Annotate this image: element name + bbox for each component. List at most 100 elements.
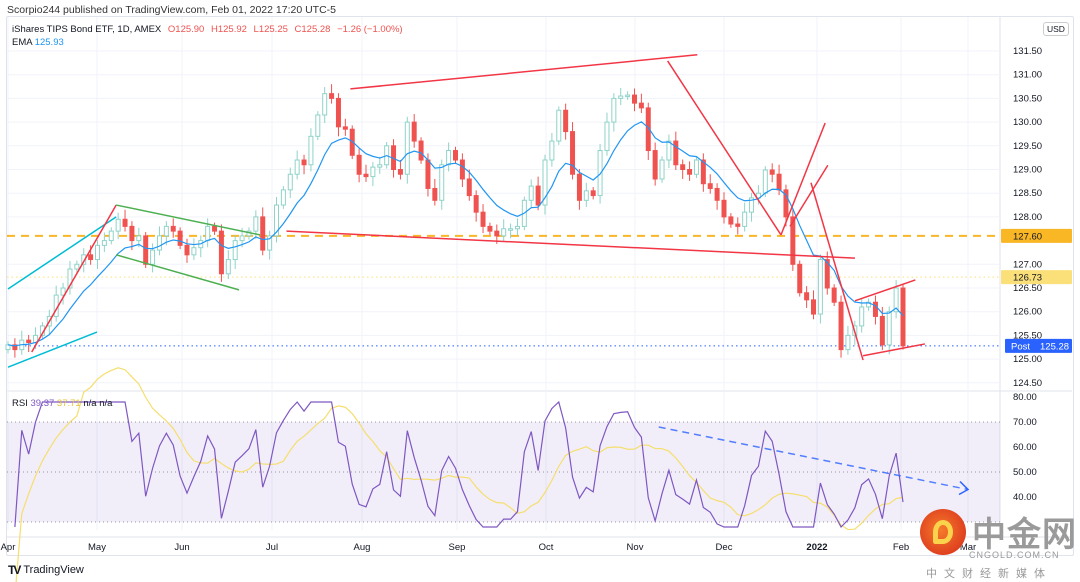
candle-up bbox=[611, 97, 617, 123]
time-tick-label: Dec bbox=[716, 542, 733, 553]
candle-up bbox=[308, 135, 314, 166]
candle-up bbox=[439, 164, 445, 201]
candle-down bbox=[680, 164, 686, 170]
candle-down bbox=[418, 140, 424, 161]
candle-up bbox=[108, 230, 114, 242]
candle-up bbox=[666, 140, 672, 161]
candle-up bbox=[618, 95, 624, 99]
price-tick-label: 124.50 bbox=[1013, 378, 1042, 389]
candle-up bbox=[501, 228, 507, 237]
chart-canvas[interactable]: 131.50 131.00 130.50 130.00 129.50 129.00 128.… bbox=[0, 0, 1080, 582]
candle-up bbox=[95, 244, 100, 261]
candle-up bbox=[446, 150, 452, 166]
candle-down bbox=[652, 150, 658, 180]
ohlc-change: −1.26 (−1.00%) bbox=[337, 24, 403, 35]
candle-up bbox=[583, 190, 589, 201]
candle-down bbox=[638, 102, 644, 109]
time-tick-label: Oct bbox=[539, 542, 554, 553]
candle-down bbox=[170, 225, 176, 232]
tradingview-mark-icon: TV bbox=[8, 563, 21, 577]
candle-down bbox=[494, 230, 500, 237]
post-price-value: 125.28 bbox=[1040, 341, 1069, 352]
price-tick-label: 131.50 bbox=[1013, 46, 1042, 57]
cngold-logo-icon bbox=[920, 509, 966, 555]
candle-down bbox=[122, 218, 128, 227]
candle-down bbox=[342, 126, 348, 130]
candle-up bbox=[115, 218, 121, 232]
candle-up bbox=[322, 93, 328, 116]
candle-up bbox=[604, 121, 610, 152]
candle-down bbox=[487, 225, 493, 232]
candle-up bbox=[762, 169, 768, 194]
candle-up bbox=[528, 185, 534, 201]
candle-up bbox=[163, 225, 169, 237]
time-tick-label: Jun bbox=[174, 542, 189, 553]
time-tick-label: May bbox=[88, 542, 106, 553]
candle-up bbox=[232, 240, 238, 261]
time-tick-label: Apr bbox=[1, 542, 16, 553]
rsi-value: 39.37 bbox=[30, 398, 55, 409]
time-tick-label: 2022 bbox=[806, 542, 827, 553]
candle-down bbox=[335, 97, 341, 128]
candle-up bbox=[280, 189, 286, 206]
candle-down bbox=[26, 339, 32, 344]
candle-up bbox=[886, 311, 892, 346]
rsi-na-2: n/a bbox=[99, 398, 113, 409]
candle-down bbox=[363, 173, 369, 178]
time-tick-label: Feb bbox=[893, 542, 909, 553]
candle-down bbox=[218, 230, 224, 275]
candle-down bbox=[356, 154, 362, 175]
tradingview-logo: TV TradingView bbox=[8, 563, 84, 577]
price-tick-label: 131.00 bbox=[1013, 70, 1042, 81]
candle-up bbox=[225, 259, 231, 275]
candle-down bbox=[838, 301, 844, 351]
watermark-domain: CNGOLD.COM.CN bbox=[969, 550, 1060, 560]
time-tick-label: Nov bbox=[627, 542, 644, 553]
ohlc-low: L125.25 bbox=[253, 24, 288, 35]
candle-down bbox=[687, 169, 693, 175]
candle-down bbox=[570, 131, 576, 175]
candle-up bbox=[514, 225, 520, 230]
watermark-name: 中金网 bbox=[972, 515, 1077, 555]
candle-up bbox=[404, 121, 410, 175]
candle-down bbox=[900, 287, 906, 347]
rsi-legend: RSI 39.37 37.71 n/a n/a bbox=[12, 398, 112, 409]
candle-down bbox=[563, 109, 569, 133]
candle-up bbox=[191, 247, 197, 256]
candle-up bbox=[508, 228, 514, 231]
time-tick-label: Sep bbox=[449, 542, 466, 553]
candle-up bbox=[659, 159, 665, 180]
candle-down bbox=[425, 159, 431, 189]
candle-down bbox=[129, 225, 135, 242]
currency-button[interactable]: USD bbox=[1043, 22, 1069, 36]
candle-up bbox=[377, 164, 383, 168]
candle-down bbox=[804, 292, 810, 301]
candle-up bbox=[136, 235, 142, 242]
candle-up bbox=[315, 114, 321, 137]
candle-down bbox=[535, 185, 541, 206]
candle-down bbox=[473, 195, 479, 213]
candle-down bbox=[728, 216, 734, 225]
rsi-label: RSI bbox=[12, 398, 28, 409]
ema-value: 125.93 bbox=[34, 37, 64, 48]
candle-down bbox=[432, 187, 438, 201]
candle-down bbox=[872, 301, 878, 317]
time-tick-label: Aug bbox=[354, 542, 371, 553]
rsi-tick-label: 60.00 bbox=[1013, 442, 1037, 453]
candle-up bbox=[253, 216, 259, 232]
level-tag-127-60: 127.60 bbox=[1013, 231, 1042, 242]
candle-up bbox=[205, 225, 211, 242]
candle-up bbox=[556, 109, 562, 142]
candle-up bbox=[817, 259, 823, 315]
candle-down bbox=[811, 299, 816, 315]
candle-down bbox=[143, 235, 149, 265]
candle-down bbox=[212, 225, 218, 232]
price-tick-label: 130.00 bbox=[1013, 117, 1042, 128]
candle-down bbox=[735, 223, 741, 227]
price-pane bbox=[7, 17, 1000, 390]
rsi-tick-label: 70.00 bbox=[1013, 417, 1037, 428]
ohlc-close: C125.28 bbox=[294, 24, 331, 35]
candle-down bbox=[397, 169, 403, 175]
price-tick-label: 125.00 bbox=[1013, 354, 1042, 365]
watermark-tagline: 中文财经新媒体 bbox=[926, 567, 1052, 580]
